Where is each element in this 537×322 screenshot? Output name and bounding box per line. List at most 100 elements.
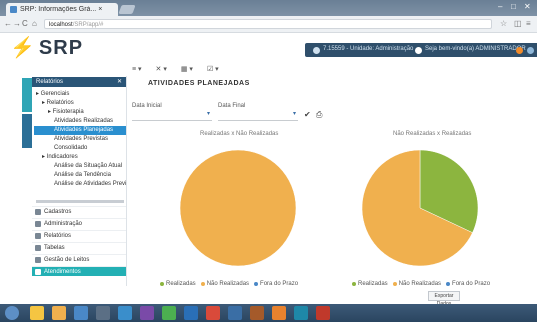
back-icon[interactable]: ← xyxy=(4,19,12,28)
chart2-title: Não Realizadas x Realizadas xyxy=(393,131,472,137)
toolbar-button[interactable]: ☑ ▾ xyxy=(207,65,219,73)
header-unit[interactable]: 7.15559 - Unidade: Administração xyxy=(323,46,413,52)
home-icon[interactable]: ⌂ xyxy=(32,19,37,28)
taskbar-app-icon[interactable] xyxy=(316,306,330,320)
pie-chart-2 xyxy=(361,149,479,267)
toolbar-button[interactable]: ≡ ▾ xyxy=(132,65,142,73)
taskbar-app-icon[interactable] xyxy=(206,306,220,320)
sidebar-menu-item[interactable]: Cadastros xyxy=(32,206,126,216)
header-user[interactable]: Seja bem-vindo(a) ADMINISTRADOR xyxy=(425,46,526,52)
sidebar-menu-item[interactable]: Atendimentos xyxy=(32,266,126,276)
legend-item[interactable]: Realizadas xyxy=(160,281,196,287)
legend-swatch xyxy=(392,282,397,286)
toolbar-button[interactable]: ✕ ▾ xyxy=(156,65,167,73)
filter-end-input[interactable]: ▾ xyxy=(218,110,298,121)
sidebar-tree-item[interactable]: Análise da Situação Atual xyxy=(34,162,126,171)
browser-tab[interactable]: SRP: Informações Grá... × xyxy=(6,3,118,16)
menu-icon[interactable]: ≡ xyxy=(526,19,531,28)
sidebar-menu-item[interactable]: Tabelas xyxy=(32,242,126,252)
legend-label: Fora do Prazo xyxy=(452,281,491,287)
legend-swatch xyxy=(446,282,451,286)
sidebar-menu-label: Administração xyxy=(44,220,83,227)
legend-item[interactable]: Fora do Prazo xyxy=(254,281,298,287)
sidebar-scrollbar[interactable] xyxy=(36,200,124,203)
taskbar-app-icon[interactable] xyxy=(272,306,286,320)
star-icon[interactable]: ☆ xyxy=(500,19,507,28)
close-window-icon[interactable]: ✕ xyxy=(524,2,531,11)
settings-icon[interactable] xyxy=(527,47,534,54)
taskbar-app-icon[interactable] xyxy=(140,306,154,320)
sidebar-tab-left-1[interactable] xyxy=(22,78,32,112)
unit-icon xyxy=(313,47,320,54)
filter-end-label: Data Final xyxy=(218,103,246,109)
taskbar-app-icon[interactable] xyxy=(250,306,264,320)
legend-label: Não Realizadas xyxy=(206,281,250,287)
search-icon[interactable]: ✔ xyxy=(304,110,311,119)
sidebar-tree-item[interactable]: ▸ Relatórios xyxy=(34,99,126,108)
taskbar-app-icon[interactable] xyxy=(74,306,88,320)
sidebar-menu-item[interactable]: Relatórios xyxy=(32,230,126,240)
print-icon[interactable]: ⎙ xyxy=(316,110,322,120)
menu-item-icon xyxy=(35,208,41,215)
menu-item-icon xyxy=(35,244,41,251)
legend-item[interactable]: Fora do Prazo xyxy=(446,281,490,287)
explorer-icon[interactable] xyxy=(30,306,44,320)
taskbar-app-icon[interactable] xyxy=(184,306,198,320)
sidebar-header: Relatórios ✕ xyxy=(32,77,126,87)
page-title: ATIVIDADES PLANEJADAS xyxy=(148,80,250,87)
sidebar-close-icon[interactable]: ✕ xyxy=(117,77,122,87)
sidebar-menu-item[interactable]: Administração xyxy=(32,218,126,228)
browser-tab-title: SRP: Informações Grá... × xyxy=(20,6,103,13)
charts-area xyxy=(179,149,479,267)
favicon-icon xyxy=(10,6,17,13)
chart1-legend: Realizadas Não Realizadas Fora do Prazo xyxy=(160,281,303,288)
sidebar-tree-item[interactable]: Atividades Previstas xyxy=(34,135,126,144)
url-path: /SRP/app/# xyxy=(72,22,104,28)
pie-chart-1 xyxy=(179,149,297,267)
chart1-title: Realizadas x Não Realizadas xyxy=(200,131,279,137)
sidebar-tab-left-2[interactable] xyxy=(22,114,32,148)
legend-label: Realizadas xyxy=(166,281,196,287)
sidebar-tree-item[interactable]: Análise de Atividades Previstas xyxy=(34,180,126,189)
start-button[interactable] xyxy=(5,306,19,320)
forward-icon[interactable]: → xyxy=(13,19,21,28)
taskbar-app-icon[interactable] xyxy=(162,306,176,320)
sidebar-tree-item[interactable]: ▸ Fisioterapia xyxy=(34,108,126,117)
report-toolbar: ≡ ▾ ✕ ▾ ▦ ▾ ☑ ▾ xyxy=(132,65,219,73)
sidebar-menu-item[interactable]: Gestão de Leitos xyxy=(32,254,126,264)
taskbar-app-icon[interactable] xyxy=(228,306,242,320)
logo-mark-icon: ⚡ xyxy=(10,37,35,59)
legend-swatch xyxy=(254,282,259,286)
chrome-icon[interactable] xyxy=(52,306,66,320)
sidebar-tree-item[interactable]: Atividades Planejadas xyxy=(34,126,126,135)
menu-item-icon xyxy=(35,232,41,239)
taskbar-app-icon[interactable] xyxy=(294,306,308,320)
toolbar-button[interactable]: ▦ ▾ xyxy=(181,65,193,73)
notification-icon[interactable] xyxy=(516,47,523,54)
sidebar-header-title: Relatórios xyxy=(36,79,64,85)
taskbar-app-icon[interactable] xyxy=(118,306,132,320)
sidebar-tree-item[interactable]: Consolidado xyxy=(34,144,126,153)
url-host: localhost xyxy=(49,22,73,28)
sidebar-tree-item[interactable]: Análise da Tendência xyxy=(34,171,126,180)
minimize-icon[interactable]: – xyxy=(498,2,502,11)
legend-item[interactable]: Não Realizadas xyxy=(392,281,442,287)
user-avatar xyxy=(415,47,422,54)
export-button[interactable]: Exportar Dados xyxy=(428,291,460,307)
legend-item[interactable]: Realizadas xyxy=(352,281,388,287)
maximize-icon[interactable]: □ xyxy=(511,2,516,11)
sidebar-menu-label: Gestão de Leitos xyxy=(44,256,90,263)
pie-slice[interactable] xyxy=(179,149,297,267)
legend-item[interactable]: Não Realizadas xyxy=(200,281,250,287)
chart2-legend: Realizadas Não Realizadas Fora do Prazo xyxy=(352,281,495,288)
reload-icon[interactable]: C xyxy=(22,19,28,28)
calendar-icon: ▾ xyxy=(206,111,210,117)
sidebar-tree-item[interactable]: ▸ Indicadores xyxy=(34,153,126,162)
extension-icon[interactable]: ◫ xyxy=(514,19,522,28)
legend-label: Não Realizadas xyxy=(398,281,442,287)
url-input[interactable]: localhost/SRP/app/# xyxy=(44,19,492,29)
filter-start-input[interactable]: ▾ xyxy=(132,110,212,121)
sidebar-tree-item[interactable]: Atividades Realizadas xyxy=(34,117,126,126)
taskbar-app-icon[interactable] xyxy=(96,306,110,320)
sidebar-tree-item[interactable]: ▸ Gerenciais xyxy=(34,90,126,99)
